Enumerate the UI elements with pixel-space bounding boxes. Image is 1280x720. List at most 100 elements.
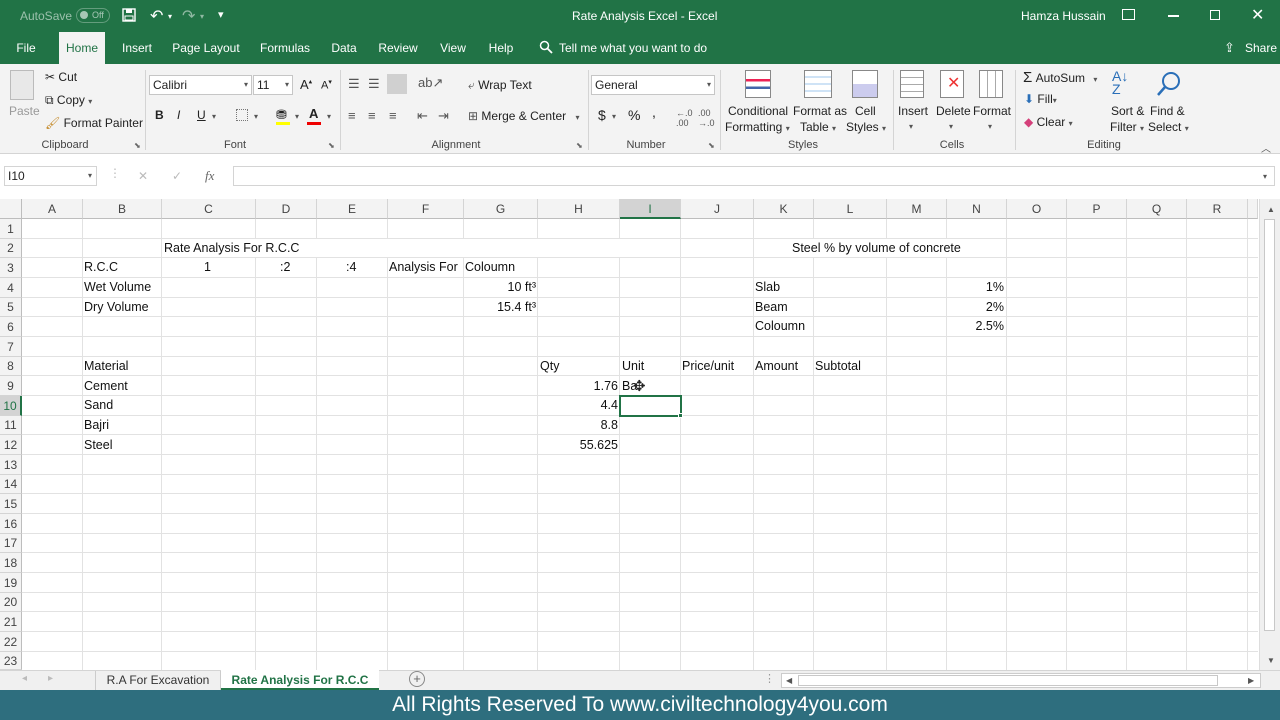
select-all-corner[interactable] xyxy=(0,199,22,219)
chevron-down-icon[interactable]: ▾ xyxy=(212,112,216,121)
cell-styles-label[interactable]: Cell xyxy=(855,104,876,118)
row-header-16[interactable]: 16 xyxy=(0,514,22,534)
row-header-12[interactable]: 12 xyxy=(0,435,22,455)
formula-input[interactable] xyxy=(233,166,1275,186)
share-icon[interactable]: ⇪ xyxy=(1224,40,1235,56)
row-header-9[interactable]: 9 xyxy=(0,376,22,396)
cell-n5[interactable]: 2% xyxy=(947,298,1004,317)
delete-cells-button[interactable]: Delete xyxy=(936,104,971,118)
column-header-g[interactable]: G xyxy=(464,199,538,219)
cell-h8[interactable]: Qty xyxy=(540,357,559,376)
horizontal-scrollbar[interactable]: ◀ ▶ xyxy=(781,673,1261,688)
column-header-j[interactable]: J xyxy=(681,199,754,219)
fill-color-icon[interactable]: ⛃ xyxy=(276,107,287,123)
column-header-q[interactable]: Q xyxy=(1127,199,1187,219)
chevron-down-icon[interactable]: ▾ xyxy=(949,122,953,131)
chevron-down-icon[interactable]: ▾ xyxy=(295,112,299,121)
find-select-icon[interactable] xyxy=(1155,70,1183,98)
redo-icon[interactable]: ↷ xyxy=(182,6,195,26)
tab-data[interactable]: Data xyxy=(328,32,360,64)
cell-k8[interactable]: Amount xyxy=(755,357,798,376)
conditional-formatting-icon[interactable] xyxy=(745,70,771,98)
currency-button[interactable]: $ xyxy=(598,107,606,123)
cell-b5[interactable]: Dry Volume xyxy=(84,298,149,317)
dialog-launcher-icon[interactable]: ⬊ xyxy=(328,141,335,150)
row-header-7[interactable]: 7 xyxy=(0,337,22,357)
autosum-button[interactable]: Σ AutoSum ▾ xyxy=(1023,69,1097,86)
cell-d3[interactable]: :2 xyxy=(280,258,290,277)
row-header-14[interactable]: 14 xyxy=(0,475,22,494)
column-header-c[interactable]: C xyxy=(162,199,256,219)
cut-button[interactable]: ✂ Cut xyxy=(45,70,77,84)
prev-sheet-icon[interactable]: ◂ xyxy=(22,673,27,684)
wrap-text-button[interactable]: ⤶ Wrap Text xyxy=(468,78,532,93)
column-header-m[interactable]: M xyxy=(887,199,947,219)
row-header-17[interactable]: 17 xyxy=(0,534,22,553)
name-box[interactable]: I10 ▾ xyxy=(4,166,97,186)
tab-file[interactable]: File xyxy=(8,32,44,64)
cell-b12[interactable]: Steel xyxy=(84,436,113,455)
format-cells-icon[interactable] xyxy=(979,70,1003,98)
sort-filter-label2[interactable]: Filter ▾ xyxy=(1110,120,1144,134)
cell-l8[interactable]: Subtotal xyxy=(815,357,861,376)
decrease-indent-icon[interactable]: ⇤ xyxy=(417,108,428,124)
fill-handle[interactable] xyxy=(678,413,683,418)
cancel-icon[interactable]: ✕ xyxy=(138,169,148,183)
row-header-1[interactable]: 1 xyxy=(0,219,22,239)
row-header-22[interactable]: 22 xyxy=(0,632,22,652)
orientation-icon[interactable]: ab↗ xyxy=(418,75,443,91)
next-sheet-icon[interactable]: ▸ xyxy=(48,673,53,684)
cell-g5[interactable]: 15.4 ft³ xyxy=(464,298,536,317)
number-format-select[interactable]: General ▾ xyxy=(591,75,715,95)
format-as-table-label2[interactable]: Table ▾ xyxy=(800,120,836,134)
merge-center-button[interactable]: ⊞ Merge & Center ▾ xyxy=(468,109,579,123)
collapse-ribbon-icon[interactable]: ︿ xyxy=(1261,140,1271,155)
cell-h11[interactable]: 8.8 xyxy=(538,416,618,435)
restore-icon[interactable] xyxy=(1210,10,1220,20)
cell-styles-label2[interactable]: Styles ▾ xyxy=(846,120,886,134)
font-size-select[interactable]: 11 ▾ xyxy=(253,75,293,95)
column-header-d[interactable]: D xyxy=(256,199,317,219)
scroll-right-icon[interactable]: ▶ xyxy=(1248,676,1254,685)
cell-f3[interactable]: Analysis For xyxy=(389,258,458,277)
scroll-left-icon[interactable]: ◀ xyxy=(786,676,792,685)
column-header-o[interactable]: O xyxy=(1007,199,1067,219)
scroll-down-icon[interactable]: ▼ xyxy=(1267,656,1275,665)
chevron-down-icon[interactable]: ▾ xyxy=(254,112,258,121)
cell-b10[interactable]: Sand xyxy=(84,396,113,415)
redo-dropdown-icon[interactable]: ▾ xyxy=(200,12,204,21)
top-align-icon[interactable]: ☰ xyxy=(348,76,360,92)
column-header-r[interactable]: R xyxy=(1187,199,1248,219)
row-header-10[interactable]: 10 xyxy=(0,396,22,416)
sort-filter-icon[interactable]: A↓ Z xyxy=(1112,69,1128,96)
chevron-down-icon[interactable]: ▾ xyxy=(612,112,616,121)
align-right-icon[interactable]: ≡ xyxy=(389,108,397,123)
cell-h9[interactable]: 1.76 xyxy=(538,377,618,396)
close-icon[interactable]: ✕ xyxy=(1251,5,1264,25)
increase-font-icon[interactable]: A▴ xyxy=(300,77,312,92)
find-select-label2[interactable]: Select ▾ xyxy=(1148,120,1189,134)
percent-button[interactable]: % xyxy=(628,107,640,123)
chevron-down-icon[interactable]: ▾ xyxy=(327,112,331,121)
underline-button[interactable]: U xyxy=(197,108,206,122)
active-cell-i10[interactable] xyxy=(619,395,682,417)
comma-button[interactable]: , xyxy=(652,104,656,120)
column-header-i[interactable]: I xyxy=(620,199,681,219)
tab-view[interactable]: View xyxy=(436,32,470,64)
spreadsheet-grid[interactable]: A B C D E F G H I J K L M N O P Q R 1 2 … xyxy=(0,199,1280,670)
cell-e3[interactable]: :4 xyxy=(346,258,356,277)
conditional-formatting-label2[interactable]: Formatting ▾ xyxy=(725,120,790,134)
cell-h12[interactable]: 55.625 xyxy=(538,436,618,455)
tell-me-search[interactable]: Tell me what you want to do xyxy=(559,41,707,55)
row-header-11[interactable]: 11 xyxy=(0,416,22,435)
cell-h10[interactable]: 4.4 xyxy=(538,396,618,415)
sheet-tab-excavation[interactable]: R.A For Excavation xyxy=(95,671,221,690)
row-header-13[interactable]: 13 xyxy=(0,455,22,475)
cell-k2-steel-title[interactable]: Steel % by volume of concrete xyxy=(792,239,961,258)
middle-align-icon[interactable]: ☰ xyxy=(368,76,380,92)
insert-cells-icon[interactable] xyxy=(900,70,924,98)
column-header-f[interactable]: F xyxy=(388,199,464,219)
sort-filter-label[interactable]: Sort & xyxy=(1111,104,1144,118)
cell-k5[interactable]: Beam xyxy=(755,298,788,317)
cell-styles-icon[interactable] xyxy=(852,70,878,98)
